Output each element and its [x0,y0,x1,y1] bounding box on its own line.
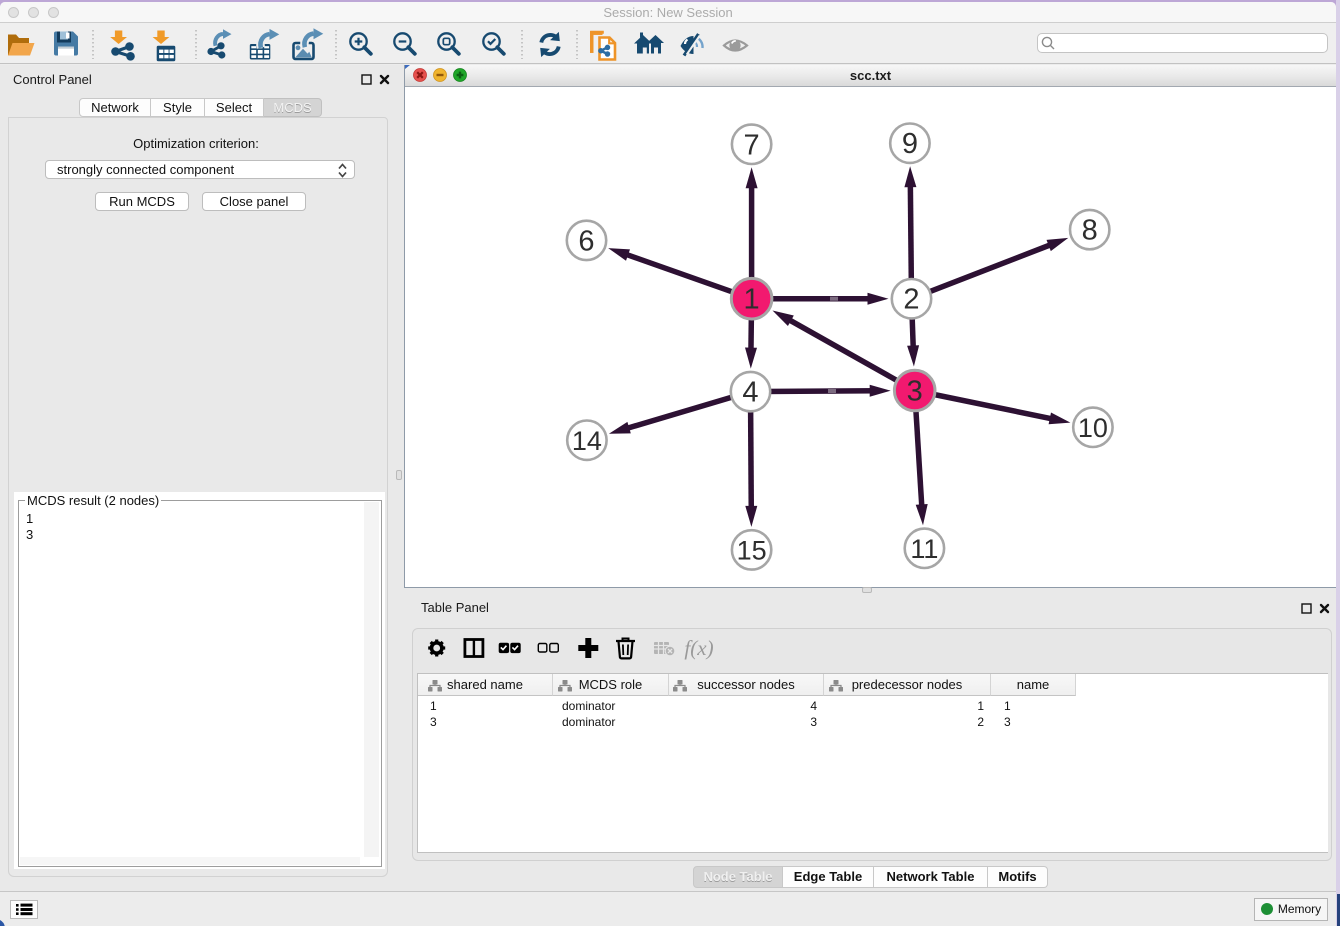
svg-text:11: 11 [910,534,938,564]
svg-text:2: 2 [903,284,919,316]
svg-text:15: 15 [737,536,767,566]
svg-text:10: 10 [1078,413,1108,443]
svg-text:8: 8 [1082,215,1098,247]
svg-text:6: 6 [578,225,594,257]
svg-text:7: 7 [744,129,760,161]
svg-text:4: 4 [742,377,758,409]
svg-text:1: 1 [744,284,760,316]
svg-text:9: 9 [902,128,918,160]
svg-text:f(x): f(x) [684,636,713,660]
svg-text:3: 3 [907,376,923,408]
svg-text:14: 14 [572,426,602,456]
